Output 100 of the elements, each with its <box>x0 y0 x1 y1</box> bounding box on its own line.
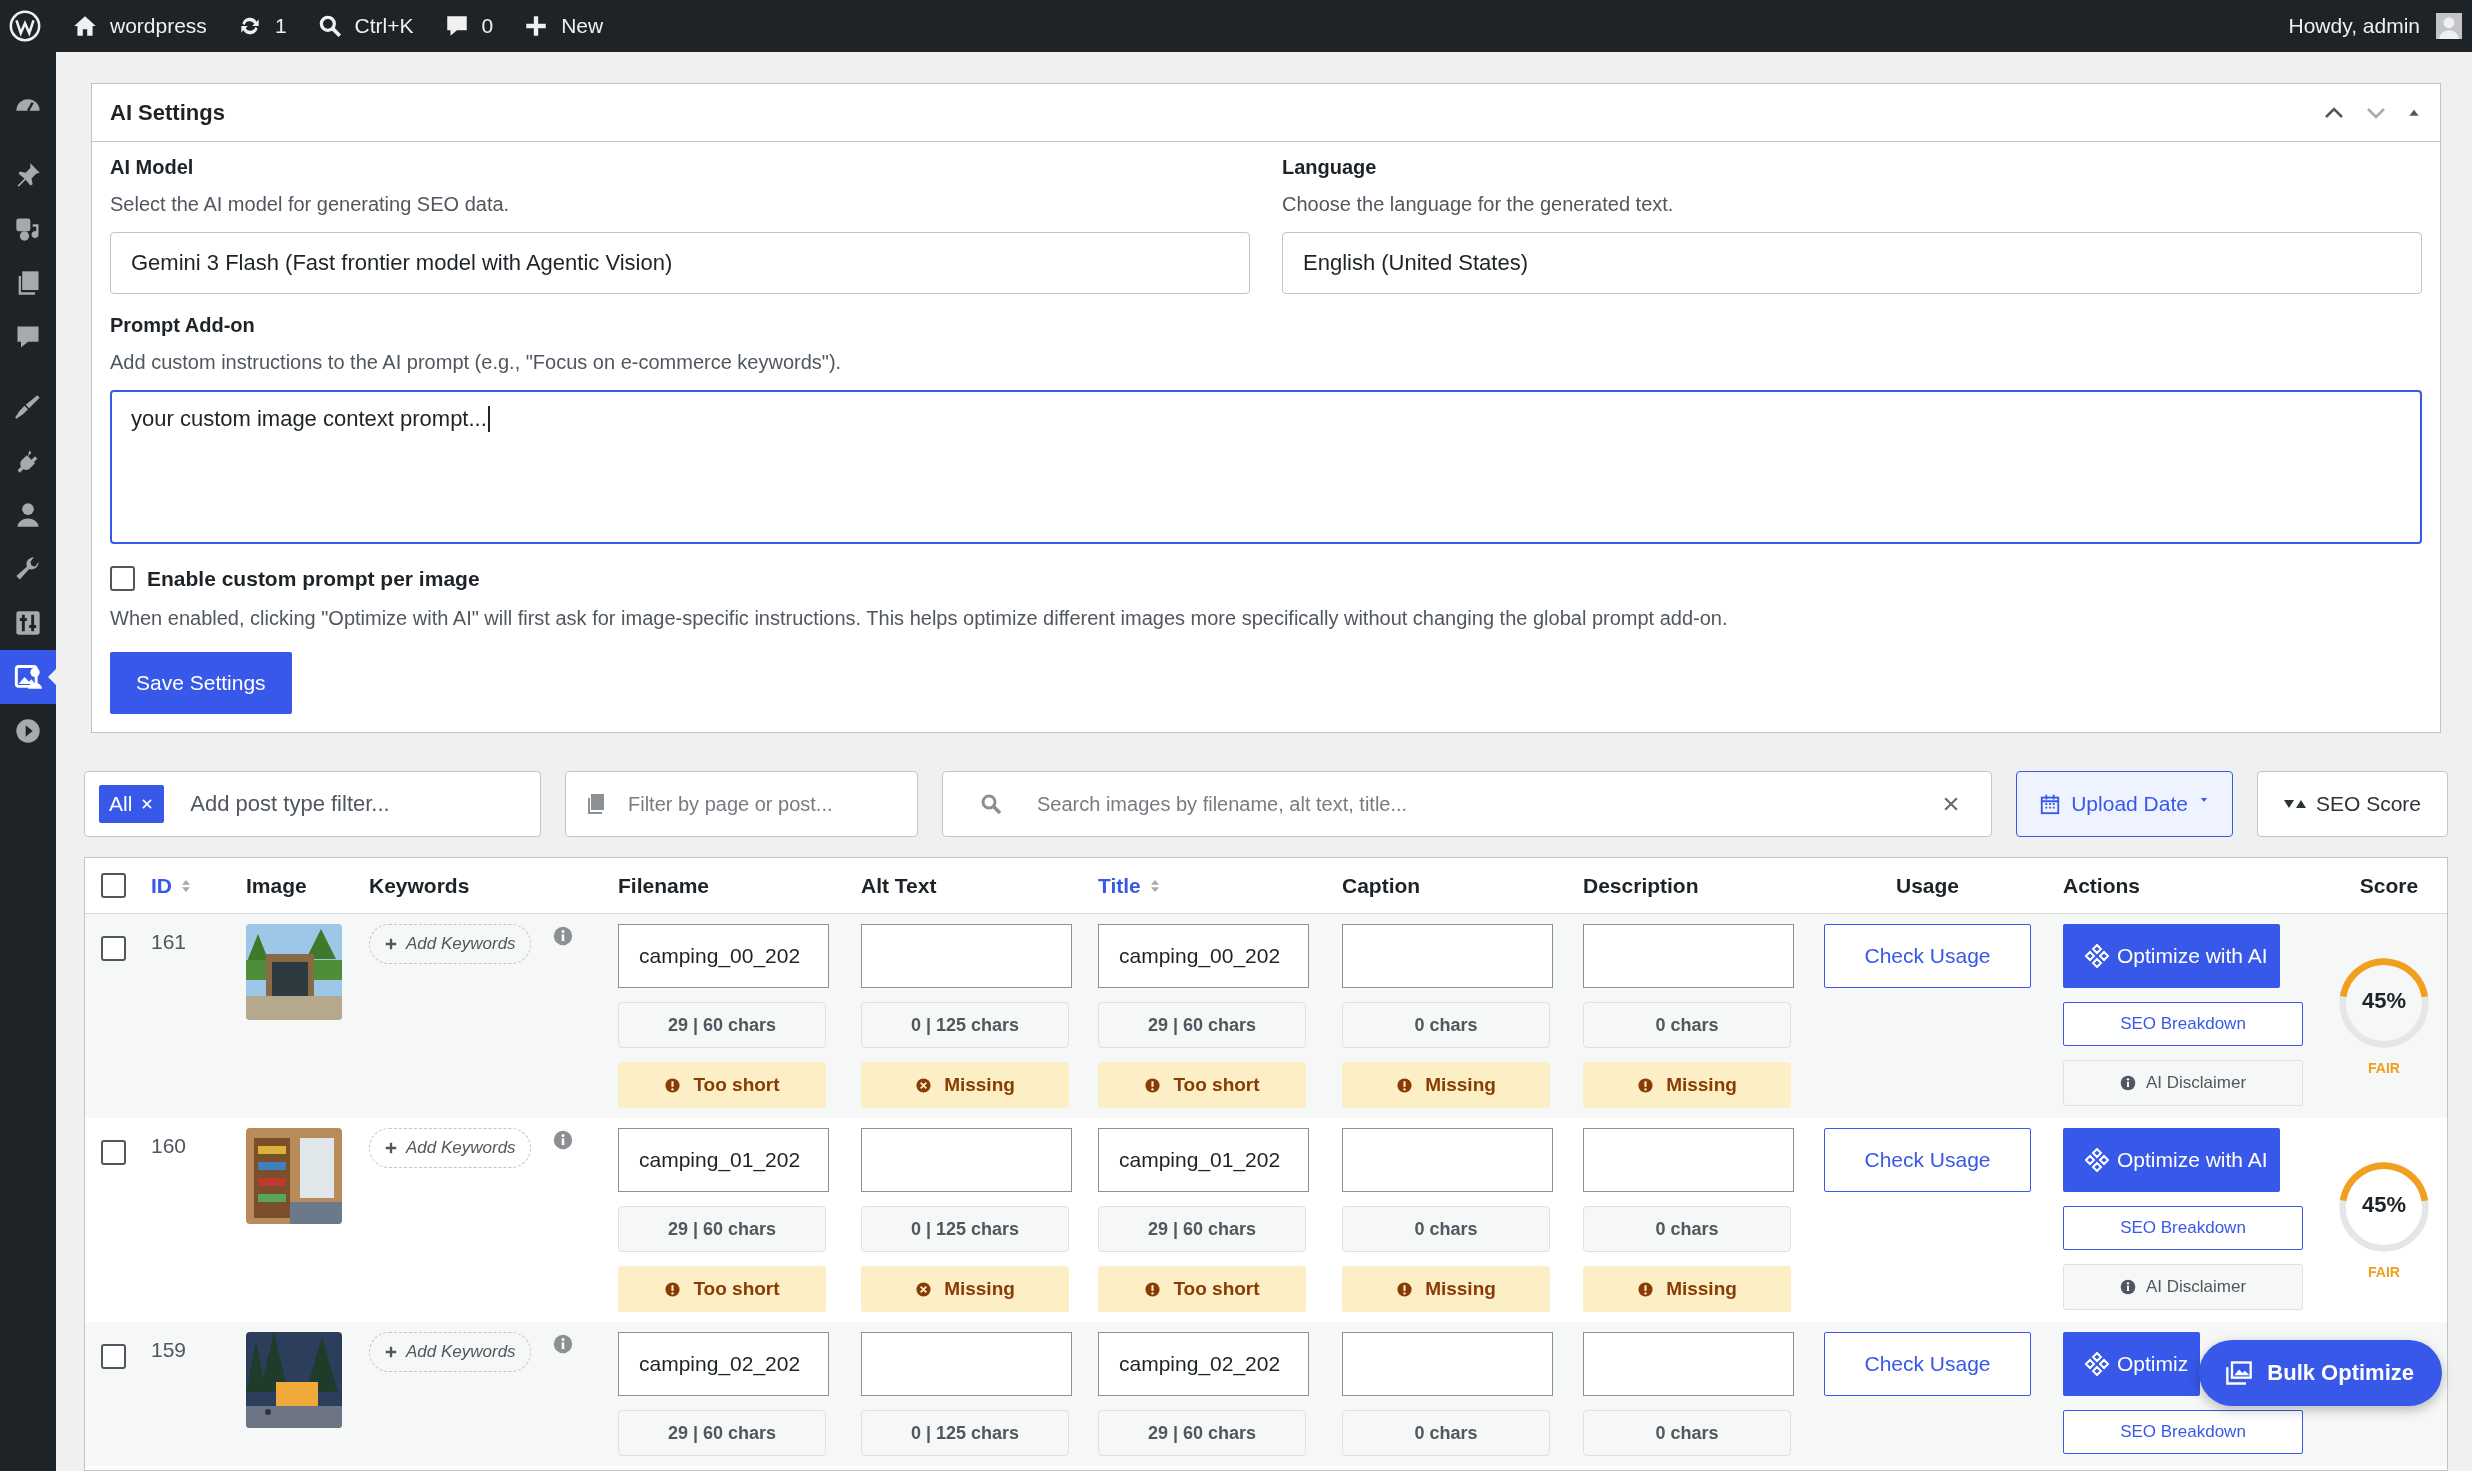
warning-icon <box>664 1076 682 1094</box>
text-input[interactable] <box>1583 1332 1794 1396</box>
field-label: Prompt Add-on <box>110 314 256 337</box>
text-input[interactable] <box>861 1128 1072 1192</box>
checkbox[interactable] <box>110 566 135 591</box>
text-input[interactable] <box>861 924 1072 988</box>
status-badge: Missing <box>1583 1062 1791 1108</box>
check-usage-button[interactable]: Check Usage <box>1824 924 2031 988</box>
column-header[interactable]: ID <box>151 873 194 898</box>
char-count: 0 chars <box>1342 1002 1550 1048</box>
admin-bar-home[interactable]: wordpress <box>72 13 207 39</box>
image-user-icon <box>14 663 42 691</box>
text-input[interactable] <box>1583 1128 1794 1192</box>
field-description: Add custom instructions to the AI prompt (e.g., "Focus on e-commerce keywords"). <box>110 351 843 374</box>
text-input[interactable]: camping_01_202 <box>1098 1128 1309 1192</box>
score-rating: FAIR <box>2368 1060 2400 1076</box>
id-text: 159 <box>151 1337 187 1362</box>
text-input[interactable] <box>861 1332 1072 1396</box>
warning-icon <box>1396 1076 1414 1094</box>
admin-bar-new[interactable]: New <box>523 13 604 39</box>
status-badge: Missing <box>1342 1062 1550 1108</box>
wordpress-logo[interactable] <box>8 9 42 43</box>
admin-bar-updates[interactable]: 1 <box>236 13 287 39</box>
filter-chip[interactable]: All <box>99 785 165 823</box>
placeholder-text: Add post type filter... <box>190 791 390 817</box>
status-badge: Too short <box>1098 1062 1306 1108</box>
char-count: 29 | 60 chars <box>618 1410 826 1456</box>
seo-breakdown-button[interactable]: SEO Breakdown <box>2063 1410 2303 1454</box>
calendar-icon <box>2039 793 2062 815</box>
column-header: Description <box>1583 873 1699 898</box>
char-count: 0 | 125 chars <box>861 1410 1069 1456</box>
warning-icon <box>1396 1280 1414 1298</box>
text-input[interactable]: camping_00_202 <box>618 924 829 988</box>
check-usage-button[interactable]: Check Usage <box>1824 1128 2031 1192</box>
sparkle-icon <box>2085 944 2109 968</box>
save-settings-button[interactable]: Save Settings <box>110 652 292 714</box>
text-input[interactable]: camping_02_202 <box>618 1332 829 1396</box>
ai-disclaimer-button[interactable]: AI Disclaimer <box>2063 1264 2303 1310</box>
char-count: 29 | 60 chars <box>1098 1410 1306 1456</box>
field-description: Select the AI model for generating SEO data. <box>110 193 511 216</box>
column-header: Alt Text <box>861 873 937 898</box>
select-all-checkbox[interactable] <box>101 873 126 898</box>
text-input[interactable] <box>1342 1332 1553 1396</box>
sliders-icon <box>14 609 42 637</box>
text-input[interactable] <box>1583 924 1794 988</box>
info-icon <box>2119 1279 2136 1295</box>
status-badge: Missing <box>1342 1266 1550 1312</box>
row-checkbox[interactable] <box>101 936 126 961</box>
score-value: 45% <box>2360 988 2407 1014</box>
seo-score-button[interactable]: SEO Score <box>2256 771 2448 837</box>
language-select[interactable]: English (United States) <box>1282 232 2422 294</box>
search-icon <box>979 792 1003 816</box>
status-badge: Too short <box>618 1266 826 1312</box>
post-type-filter[interactable]: All Add post type filter... <box>84 771 541 837</box>
avatar-icon <box>2436 13 2462 39</box>
images-icon <box>2225 1359 2254 1387</box>
text-input[interactable]: camping_01_202 <box>618 1128 829 1192</box>
optimize-button[interactable]: Optimize with AI <box>2063 924 2280 988</box>
text-input[interactable] <box>1342 1128 1553 1192</box>
placeholder-text: Search images by filename, alt text, title... <box>1037 792 1409 816</box>
check-usage-button[interactable]: Check Usage <box>1824 1332 2031 1396</box>
column-header[interactable]: Title <box>1098 873 1163 898</box>
upload-date-button[interactable]: Upload Date <box>2016 771 2233 837</box>
seo-breakdown-button[interactable]: SEO Breakdown <box>2063 1002 2303 1046</box>
optimize-button[interactable]: Optimiz <box>2063 1332 2201 1396</box>
model-select[interactable]: Gemini 3 Flash (Fast frontier model with Agentic Vision) <box>110 232 1250 294</box>
prompt-textarea[interactable]: your custom image context prompt... <box>110 390 2422 544</box>
char-count: 29 | 60 chars <box>618 1206 826 1252</box>
plus-icon <box>384 1345 398 1359</box>
warning-icon <box>1144 1280 1162 1298</box>
column-header: Score <box>2359 873 2419 898</box>
column-header: Caption <box>1342 873 1421 898</box>
optimize-button[interactable]: Optimize with AI <box>2063 1128 2280 1192</box>
status-badge: Missing <box>861 1062 1069 1108</box>
column-header: Keywords <box>369 873 470 898</box>
text-input[interactable]: camping_00_202 <box>1098 924 1309 988</box>
account-menu[interactable]: Howdy, admin <box>2288 13 2462 39</box>
panel-title: AI Settings <box>110 99 225 126</box>
row-checkbox[interactable] <box>101 1140 126 1165</box>
search-field[interactable]: Search images by filename, alt text, title... <box>942 771 1993 837</box>
admin-bar-search[interactable]: Ctrl+K <box>316 13 414 39</box>
warning-icon <box>1637 1280 1655 1298</box>
text-input[interactable] <box>1342 924 1553 988</box>
ai-disclaimer-button[interactable]: AI Disclaimer <box>2063 1060 2303 1106</box>
bulk-optimize-button[interactable]: Bulk Optimize <box>2199 1340 2442 1406</box>
char-count: 0 chars <box>1583 1206 1791 1252</box>
char-count: 0 chars <box>1342 1410 1550 1456</box>
seo-breakdown-button[interactable]: SEO Breakdown <box>2063 1206 2303 1250</box>
wordpress-logo-icon <box>8 9 42 43</box>
char-count: 0 chars <box>1583 1410 1791 1456</box>
text-input[interactable]: camping_02_202 <box>1098 1332 1309 1396</box>
column-header: Image <box>246 873 307 898</box>
row-checkbox[interactable] <box>101 1344 126 1369</box>
placeholder-text: Filter by page or post... <box>628 792 833 816</box>
sidebar-item[interactable] <box>0 650 56 704</box>
char-count: 0 chars <box>1342 1206 1550 1252</box>
status-badge: Missing <box>1583 1266 1791 1312</box>
admin-bar-comments[interactable]: 0 <box>443 13 494 39</box>
page-filter[interactable]: Filter by page or post... <box>565 771 918 837</box>
warning-icon <box>1637 1076 1655 1094</box>
